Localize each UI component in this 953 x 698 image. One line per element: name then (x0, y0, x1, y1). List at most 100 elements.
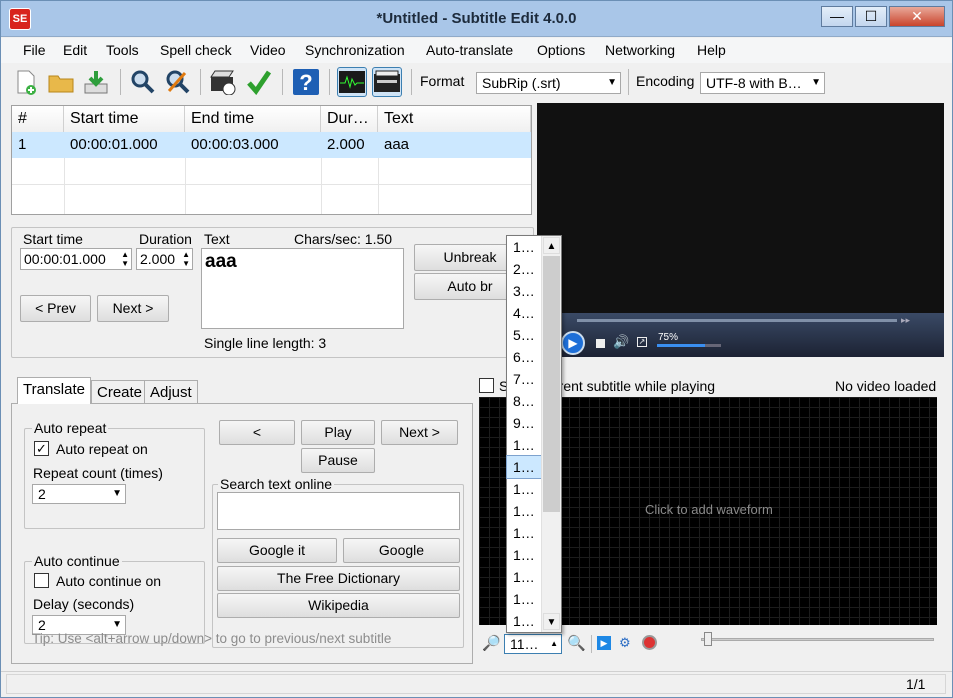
repeat-count-label: Repeat count (times) (33, 465, 163, 481)
help-icon[interactable]: ? (291, 67, 321, 97)
minimize-button[interactable]: — (821, 6, 853, 27)
toolbar: ? Format SubRip (.srt) ▼ Encoding UTF-8 w… (1, 63, 952, 101)
next-subtitle-button[interactable]: Next > (381, 420, 458, 445)
menu-help[interactable]: Help (697, 42, 726, 58)
col-header-number[interactable]: # (12, 106, 64, 132)
col-header-duration[interactable]: Dur… (321, 106, 378, 132)
start-time-input[interactable]: 00:00:01.000 ▲ ▼ (20, 248, 132, 270)
auto-repeat-checkbox[interactable]: ✓ (34, 441, 49, 456)
encoding-select[interactable]: UTF-8 with B… ▼ (700, 72, 825, 94)
slider-thumb[interactable] (704, 632, 712, 646)
auto-continue-title: Auto continue (32, 553, 122, 569)
encoding-label: Encoding (636, 73, 695, 89)
zoom-in-icon[interactable]: 🔍 (567, 634, 586, 652)
scroll-up-icon[interactable]: ▲ (543, 237, 560, 254)
previous-subtitle-button[interactable]: < (219, 420, 295, 445)
dropdown-item[interactable]: 4… (507, 302, 541, 324)
dropdown-item[interactable]: 2… (507, 258, 541, 280)
menu-tools[interactable]: Tools (106, 42, 139, 58)
scroll-down-icon[interactable]: ▼ (543, 613, 560, 630)
visual-sync-icon[interactable] (208, 67, 238, 97)
video-player[interactable]: ▸▸ ▶ 🔊 ↗ 75% (537, 103, 944, 357)
play-button[interactable]: Play (301, 420, 375, 445)
menu-options[interactable]: Options (537, 42, 585, 58)
fast-forward-icon[interactable]: ▸▸ (901, 315, 910, 326)
fullscreen-icon[interactable]: ↗ (637, 337, 647, 347)
editor-panel: Start time 00:00:01.000 ▲ ▼ Duration 2.000… (11, 227, 534, 358)
dropdown-item[interactable]: 1… (507, 500, 541, 522)
split-icon[interactable]: ⚙ (619, 635, 633, 651)
wikipedia-button[interactable]: Wikipedia (217, 593, 460, 618)
google-button[interactable]: Google (343, 538, 460, 563)
dropdown-item[interactable]: 1… (507, 610, 541, 632)
dropdown-item[interactable]: 1… (507, 434, 541, 456)
repeat-count-select[interactable]: 2 ▼ (32, 484, 126, 504)
volume-icon[interactable]: 🔊 (613, 334, 629, 350)
seek-bar[interactable] (577, 319, 897, 322)
play-selection-icon[interactable]: ▶ (597, 636, 611, 650)
subtitle-text-area[interactable]: aaa (201, 248, 404, 329)
pause-button[interactable]: Pause (301, 448, 375, 473)
menu-file[interactable]: File (23, 42, 46, 58)
menu-video[interactable]: Video (250, 42, 286, 58)
dropdown-item[interactable]: 7… (507, 368, 541, 390)
tab-adjust[interactable]: Adjust (144, 380, 198, 405)
zoom-dropdown-list[interactable]: 1… 2… 3… 4… 5… 6… 7… 8… 9… 1… 1… 1… 1… 1… 1… 1… 1… 1… ▲ ▼ (506, 235, 562, 633)
record-icon[interactable] (642, 635, 657, 650)
maximize-button[interactable]: ☐ (855, 6, 887, 27)
format-select[interactable]: SubRip (.srt) ▼ (476, 72, 621, 94)
col-header-start[interactable]: Start time (64, 106, 185, 132)
duration-label: Duration (139, 231, 192, 247)
save-download-icon[interactable] (81, 67, 111, 97)
auto-continue-checkbox[interactable] (34, 573, 49, 588)
dropdown-item[interactable]: 1… (506, 455, 542, 479)
prev-button[interactable]: < Prev (20, 295, 91, 322)
col-header-end[interactable]: End time (185, 106, 321, 132)
follow-subtitle-checkbox[interactable] (479, 378, 494, 393)
dropdown-item[interactable]: 1… (507, 544, 541, 566)
find-icon[interactable] (128, 67, 158, 97)
menu-networking[interactable]: Networking (605, 42, 675, 58)
google-it-button[interactable]: Google it (217, 538, 337, 563)
tab-translate[interactable]: Translate (17, 377, 91, 404)
close-button[interactable]: ✕ (889, 6, 945, 27)
menu-synchronization[interactable]: Synchronization (305, 42, 405, 58)
search-online-title: Search text online (218, 476, 335, 492)
play-icon[interactable]: ▶ (561, 331, 585, 355)
open-folder-icon[interactable] (46, 67, 76, 97)
next-button[interactable]: Next > (97, 295, 169, 322)
replace-icon[interactable] (163, 67, 193, 97)
dropdown-item[interactable]: 3… (507, 280, 541, 302)
menu-spell-check[interactable]: Spell check (160, 42, 232, 58)
dropdown-item[interactable]: 1… (507, 478, 541, 500)
dropdown-item[interactable]: 1… (507, 588, 541, 610)
dropdown-item[interactable]: 5… (507, 324, 541, 346)
position-slider[interactable] (701, 638, 934, 641)
new-file-icon[interactable] (11, 67, 41, 97)
free-dictionary-button[interactable]: The Free Dictionary (217, 566, 460, 591)
dropdown-item[interactable]: 1… (507, 522, 541, 544)
zoom-out-icon[interactable]: 🔎 (482, 634, 501, 652)
duration-input[interactable]: 2.000 ▲ ▼ (136, 248, 193, 270)
menu-auto-translate[interactable]: Auto-translate (426, 42, 513, 58)
menu-edit[interactable]: Edit (63, 42, 87, 58)
spell-check-icon[interactable] (244, 67, 274, 97)
auto-repeat-title: Auto repeat (32, 420, 109, 436)
dropdown-item[interactable]: 1… (507, 566, 541, 588)
dropdown-item[interactable]: 8… (507, 390, 541, 412)
scroll-thumb[interactable] (543, 256, 560, 512)
tab-create[interactable]: Create (91, 380, 149, 405)
dropdown-scrollbar[interactable]: ▲ ▼ (541, 236, 561, 632)
table-row[interactable]: 1 00:00:01.000 00:00:03.000 2.000 aaa (12, 132, 531, 158)
zoom-select[interactable]: 11… ▲ (504, 634, 562, 654)
volume-slider[interactable] (657, 344, 721, 347)
col-header-text[interactable]: Text (378, 106, 531, 132)
dropdown-item[interactable]: 9… (507, 412, 541, 434)
stop-icon[interactable] (596, 339, 605, 348)
dropdown-item[interactable]: 1… (507, 236, 541, 258)
video-toggle-icon[interactable] (372, 67, 402, 97)
waveform-toggle-icon[interactable] (337, 67, 367, 97)
search-text-input[interactable] (217, 492, 460, 530)
dropdown-item[interactable]: 6… (507, 346, 541, 368)
tab-control: Translate Create Adjust Auto repeat ✓ Au… (11, 377, 473, 664)
